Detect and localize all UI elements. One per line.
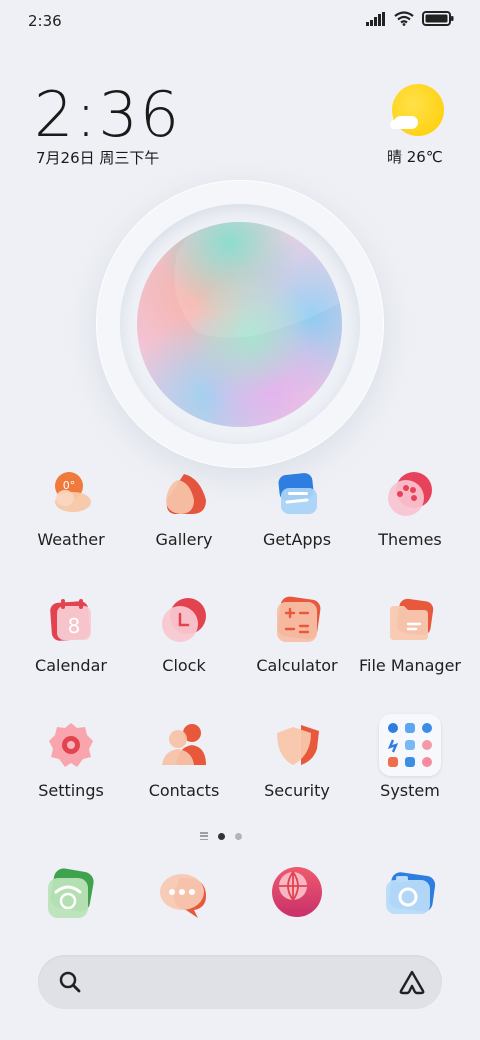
feed-page-icon — [200, 832, 208, 840]
getapps-icon — [278, 473, 317, 514]
app-getapps[interactable]: GetApps — [237, 470, 357, 570]
app-label: File Manager — [359, 656, 461, 675]
app-settings[interactable]: Settings — [11, 721, 131, 821]
status-time: 2:36 — [28, 12, 62, 30]
signal-icon — [366, 11, 385, 26]
settings-icon — [49, 723, 93, 767]
orb-widget[interactable] — [137, 222, 342, 427]
clock-icon — [162, 598, 206, 642]
app-label: Contacts — [148, 781, 220, 800]
app-label: Security — [264, 781, 330, 800]
clock-widget-time[interactable]: 2:36 — [34, 78, 181, 151]
camera-icon[interactable] — [384, 870, 436, 922]
app-clock[interactable]: Clock — [124, 596, 244, 696]
assistant-icon[interactable] — [398, 969, 426, 995]
weather-widget[interactable]: 晴 26℃ — [384, 82, 444, 167]
security-icon — [277, 725, 319, 765]
themes-icon — [388, 472, 432, 516]
app-calculator[interactable]: Calculator — [237, 596, 357, 696]
calendar-icon: 8 — [50, 599, 91, 641]
browser-icon[interactable] — [271, 866, 323, 918]
phone-icon[interactable] — [44, 868, 96, 920]
messages-icon[interactable] — [158, 868, 210, 920]
app-label: Themes — [378, 530, 442, 549]
battery-icon — [422, 11, 454, 26]
page-dot-active — [218, 832, 225, 840]
app-label: Gallery — [155, 530, 213, 549]
weather-icon: 0° — [55, 472, 91, 512]
contacts-icon — [162, 724, 206, 765]
app-contacts[interactable]: Contacts — [124, 721, 244, 821]
wifi-icon — [394, 11, 414, 26]
app-label: Calculator — [256, 656, 338, 675]
search-icon — [59, 971, 81, 993]
app-label: System — [380, 781, 440, 800]
page-dot — [235, 832, 242, 840]
app-file-manager[interactable]: File Manager — [350, 596, 470, 696]
system-folder-icon — [379, 714, 441, 776]
gallery-icon — [166, 474, 206, 514]
calendar-icon-date: 8 — [68, 614, 81, 638]
app-label: GetApps — [262, 530, 332, 549]
app-gallery[interactable]: Gallery — [124, 470, 244, 570]
app-themes[interactable]: Themes — [350, 470, 470, 570]
app-label: Weather — [37, 530, 105, 549]
app-weather[interactable]: 0° Weather — [11, 470, 131, 570]
page-indicator[interactable] — [200, 830, 242, 842]
app-label: Settings — [38, 781, 104, 800]
file-manager-icon — [390, 598, 434, 640]
cloud-icon — [394, 116, 418, 129]
calculator-icon — [277, 596, 321, 642]
clock-widget-date[interactable]: 7月26日 周三下午 — [36, 147, 159, 168]
app-label: Calendar — [35, 656, 107, 675]
app-calendar[interactable]: 8 Calendar — [11, 596, 131, 696]
weather-widget-text: 晴 26℃ — [387, 148, 443, 166]
status-bar: 2:36 — [0, 0, 480, 44]
app-system-folder[interactable]: System — [350, 714, 470, 814]
app-security[interactable]: Security — [237, 721, 357, 821]
search-bar[interactable] — [38, 955, 442, 1009]
app-label: Clock — [162, 656, 206, 675]
